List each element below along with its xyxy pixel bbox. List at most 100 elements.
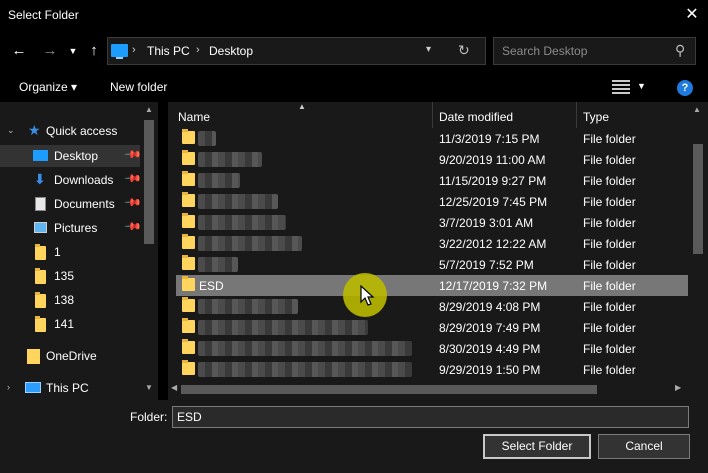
blurred-file-name xyxy=(198,341,412,356)
blurred-file-name xyxy=(198,215,286,230)
folder-icon xyxy=(182,150,195,165)
chevron-right-icon[interactable]: › xyxy=(7,382,10,392)
table-row[interactable]: 9/29/2019 1:50 PM File folder xyxy=(176,359,688,380)
table-row[interactable]: 9/20/2019 11:00 AM File folder xyxy=(176,149,688,170)
vertical-scroll-thumb[interactable] xyxy=(693,144,703,254)
search-icon: ⚲ xyxy=(675,42,686,58)
folder-label: Folder: xyxy=(130,410,168,424)
folder-icon xyxy=(182,276,195,291)
help-icon[interactable]: ? xyxy=(677,80,693,96)
address-dropdown-icon[interactable]: ▾ xyxy=(426,44,431,55)
view-dropdown-icon[interactable]: ▼ xyxy=(637,81,646,91)
table-row[interactable]: 11/3/2019 7:15 PM File folder xyxy=(176,128,688,149)
nav-item-desktop[interactable]: Desktop 📌 xyxy=(0,145,142,167)
breadcrumb-desktop[interactable]: Desktop xyxy=(209,44,253,58)
new-folder-button[interactable]: New folder xyxy=(110,80,167,94)
file-list: ▲ Name Date modified Type 11/3/2019 7:15… xyxy=(168,102,708,400)
column-header-date-modified[interactable]: Date modified xyxy=(439,110,513,124)
address-bar[interactable]: › This PC › Desktop ▾ ↻ xyxy=(107,37,486,65)
column-divider[interactable] xyxy=(432,102,433,128)
nav-item-folder-135[interactable]: 135 xyxy=(0,265,140,287)
folder-icon xyxy=(35,316,46,332)
folder-input[interactable] xyxy=(172,406,689,428)
navigation-scroll-thumb[interactable] xyxy=(144,120,154,244)
search-box[interactable]: Search Desktop ⚲ xyxy=(493,37,696,65)
blurred-file-name xyxy=(198,362,412,377)
table-row[interactable]: 12/25/2019 7:45 PM File folder xyxy=(176,191,688,212)
scroll-left-icon[interactable]: ◀ xyxy=(171,383,177,392)
scroll-up-icon[interactable]: ▲ xyxy=(145,105,153,114)
pictures-icon xyxy=(34,222,47,233)
horizontal-scroll-thumb[interactable] xyxy=(181,385,597,394)
blurred-file-name xyxy=(198,194,278,209)
close-icon[interactable]: ✕ xyxy=(684,6,700,24)
file-list-vertical-scrollbar[interactable]: ▲ xyxy=(688,102,708,380)
column-header-type[interactable]: Type xyxy=(583,110,609,124)
folder-icon xyxy=(182,192,195,207)
folder-icon xyxy=(182,129,195,144)
folder-icon xyxy=(182,360,195,375)
nav-item-documents[interactable]: Documents 📌 xyxy=(0,193,142,215)
scroll-right-icon[interactable]: ▶ xyxy=(675,383,681,392)
refresh-icon[interactable]: ↻ xyxy=(458,42,470,59)
nav-item-downloads[interactable]: ⬇ Downloads 📌 xyxy=(0,169,142,191)
nav-item-folder-1[interactable]: 1 xyxy=(0,241,140,263)
folder-icon xyxy=(35,292,46,308)
nav-quick-access[interactable]: ⌄ ★ Quick access xyxy=(0,120,140,142)
column-header-name[interactable]: Name xyxy=(178,110,210,124)
folder-icon xyxy=(182,339,195,354)
table-row[interactable]: 8/30/2019 4:49 PM File folder xyxy=(176,338,688,359)
desktop-icon xyxy=(33,150,48,161)
onedrive-folder-icon xyxy=(27,349,40,364)
forward-arrow-icon[interactable]: → xyxy=(40,41,60,61)
navigation-pane: ⌄ ★ Quick access Desktop 📌 ⬇ Downloads 📌… xyxy=(0,102,158,400)
chevron-right-icon[interactable]: › xyxy=(196,44,200,56)
this-pc-icon xyxy=(111,44,128,59)
folder-icon xyxy=(35,268,46,284)
recent-locations-chevron-icon[interactable]: ▼ xyxy=(66,41,80,61)
file-list-horizontal-scrollbar[interactable]: ◀ ▶ xyxy=(168,380,688,398)
nav-item-folder-141[interactable]: 141 xyxy=(0,313,140,335)
nav-item-this-pc[interactable]: › This PC xyxy=(0,377,140,399)
view-options-icon[interactable] xyxy=(612,80,630,94)
folder-icon xyxy=(182,318,195,333)
search-placeholder[interactable]: Search Desktop xyxy=(502,44,587,58)
blurred-file-name xyxy=(198,320,368,335)
folder-icon xyxy=(182,255,195,270)
star-icon: ★ xyxy=(28,122,41,138)
chevron-down-icon[interactable]: ⌄ xyxy=(7,125,15,136)
organize-button[interactable]: Organize ▾ xyxy=(19,80,77,94)
back-arrow-icon[interactable]: ← xyxy=(9,41,29,61)
navigation-scrollbar[interactable]: ▲ ▼ xyxy=(140,102,158,400)
up-arrow-icon[interactable]: ↑ xyxy=(84,41,104,61)
command-toolbar: Organize ▾ New folder ▼ ? xyxy=(0,72,708,102)
folder-icon xyxy=(182,297,195,312)
nav-item-pictures[interactable]: Pictures 📌 xyxy=(0,217,142,239)
sort-ascending-icon: ▲ xyxy=(298,102,306,111)
table-row-selected[interactable]: ESD 12/17/2019 7:32 PM File folder xyxy=(176,275,688,296)
cancel-button[interactable]: Cancel xyxy=(598,434,690,459)
table-row[interactable]: 11/15/2019 9:27 PM File folder xyxy=(176,170,688,191)
table-row[interactable]: 5/7/2019 7:52 PM File folder xyxy=(176,254,688,275)
window-title: Select Folder xyxy=(8,8,79,22)
table-row[interactable]: 3/7/2019 3:01 AM File folder xyxy=(176,212,688,233)
mouse-pointer-icon xyxy=(360,285,375,306)
select-folder-button[interactable]: Select Folder xyxy=(483,434,591,459)
blurred-file-name xyxy=(198,236,302,251)
scroll-up-icon[interactable]: ▲ xyxy=(693,105,701,114)
this-pc-icon xyxy=(25,382,41,393)
folder-icon xyxy=(182,171,195,186)
nav-item-folder-138[interactable]: 138 xyxy=(0,289,140,311)
nav-item-onedrive[interactable]: OneDrive xyxy=(0,345,140,367)
folder-icon xyxy=(182,213,195,228)
table-row[interactable]: 8/29/2019 4:08 PM File folder xyxy=(176,296,688,317)
download-icon: ⬇ xyxy=(34,171,46,187)
blurred-file-name xyxy=(198,257,238,272)
chevron-right-icon[interactable]: › xyxy=(132,44,136,56)
breadcrumb-this-pc[interactable]: This PC xyxy=(147,44,190,58)
scroll-down-icon[interactable]: ▼ xyxy=(145,383,153,392)
column-divider[interactable] xyxy=(576,102,577,128)
table-row[interactable]: 8/29/2019 7:49 PM File folder xyxy=(176,317,688,338)
table-row[interactable]: 3/22/2012 12:22 AM File folder xyxy=(176,233,688,254)
blurred-file-name xyxy=(198,152,262,167)
